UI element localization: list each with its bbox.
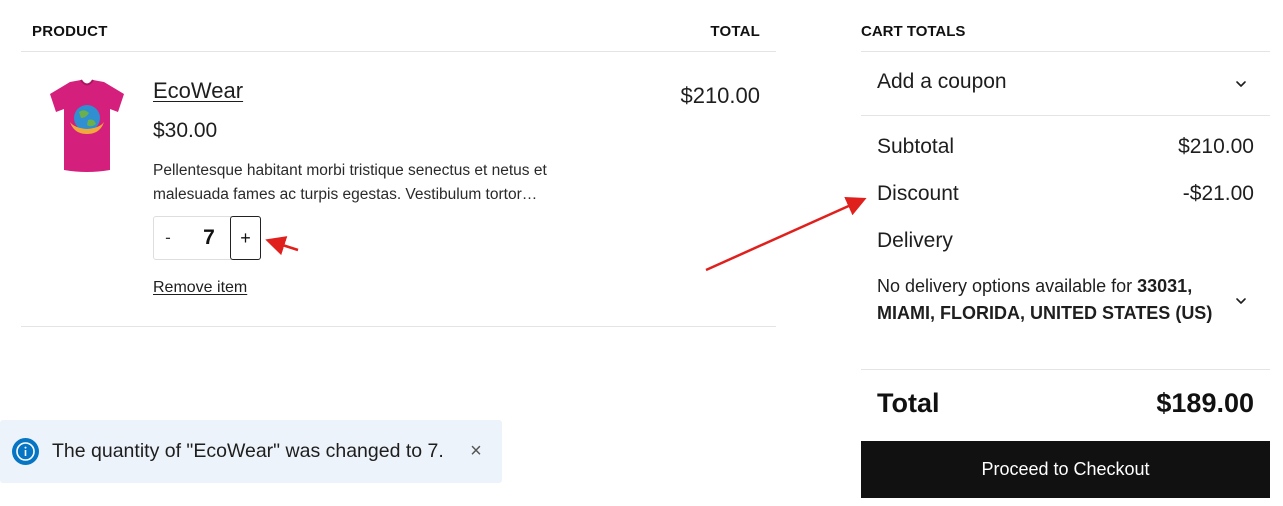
delivery-message-prefix: No delivery options available for — [877, 276, 1138, 296]
subtotal-label: Subtotal — [877, 135, 955, 158]
order-total-value: $189.00 — [1156, 388, 1254, 418]
proceed-to-checkout-button[interactable]: Proceed to Checkout — [861, 441, 1270, 498]
add-coupon-toggle[interactable]: Add a coupon — [861, 52, 1270, 115]
row-divider — [21, 326, 776, 327]
subtotal-value: $210.00 — [1178, 135, 1254, 158]
cart-table: Product Total EcoWear $30.00 Pellentesqu… — [21, 0, 776, 327]
cart-totals-panel: Cart totals Add a coupon Subtotal $210.0… — [861, 0, 1270, 506]
chevron-down-icon — [1236, 298, 1246, 304]
quantity-stepper: - 7 + — [153, 216, 261, 260]
order-total-label: Total — [877, 388, 940, 418]
quantity-input[interactable]: 7 — [189, 216, 229, 260]
notice-text: The quantity of "EcoWear" was changed to… — [52, 440, 444, 462]
product-thumbnail-tshirt-icon[interactable] — [48, 78, 126, 174]
remove-item-link[interactable]: Remove item — [153, 279, 247, 297]
discount-value: -$21.00 — [1182, 182, 1254, 205]
delivery-label: Delivery — [877, 229, 953, 252]
cart-totals-title: Cart totals — [861, 23, 966, 40]
header-divider — [21, 51, 776, 52]
quantity-increase-button[interactable]: + — [230, 216, 261, 260]
product-name-link[interactable]: EcoWear — [153, 78, 243, 104]
product-unit-price: $30.00 — [153, 119, 218, 142]
product-description: Pellentesque habitant morbi tristique se… — [153, 162, 547, 203]
delivery-message: No delivery options available for 33031,… — [877, 273, 1227, 327]
totals-divider — [861, 115, 1270, 116]
row-total-price: $210.00 — [680, 83, 760, 108]
totals-divider — [861, 369, 1270, 370]
quantity-decrease-button[interactable]: - — [153, 216, 183, 260]
column-header-product: Product — [32, 23, 108, 40]
add-coupon-label: Add a coupon — [877, 70, 1007, 93]
chevron-down-icon — [1236, 81, 1246, 87]
close-icon[interactable]: × — [466, 440, 486, 462]
info-icon — [12, 438, 39, 465]
discount-label: Discount — [877, 182, 959, 205]
quantity-changed-notice: The quantity of "EcoWear" was changed to… — [0, 420, 502, 483]
column-header-total: Total — [710, 23, 760, 40]
